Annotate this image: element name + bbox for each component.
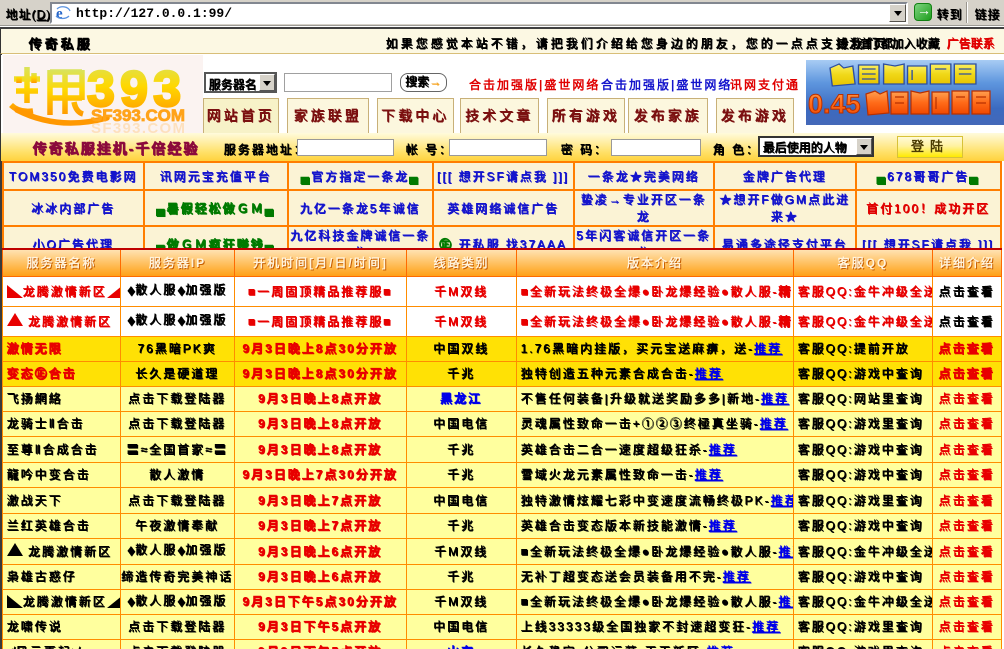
svg-text:0.45: 0.45 [808, 89, 861, 119]
svg-text:SF393.COM: SF393.COM [91, 120, 185, 133]
